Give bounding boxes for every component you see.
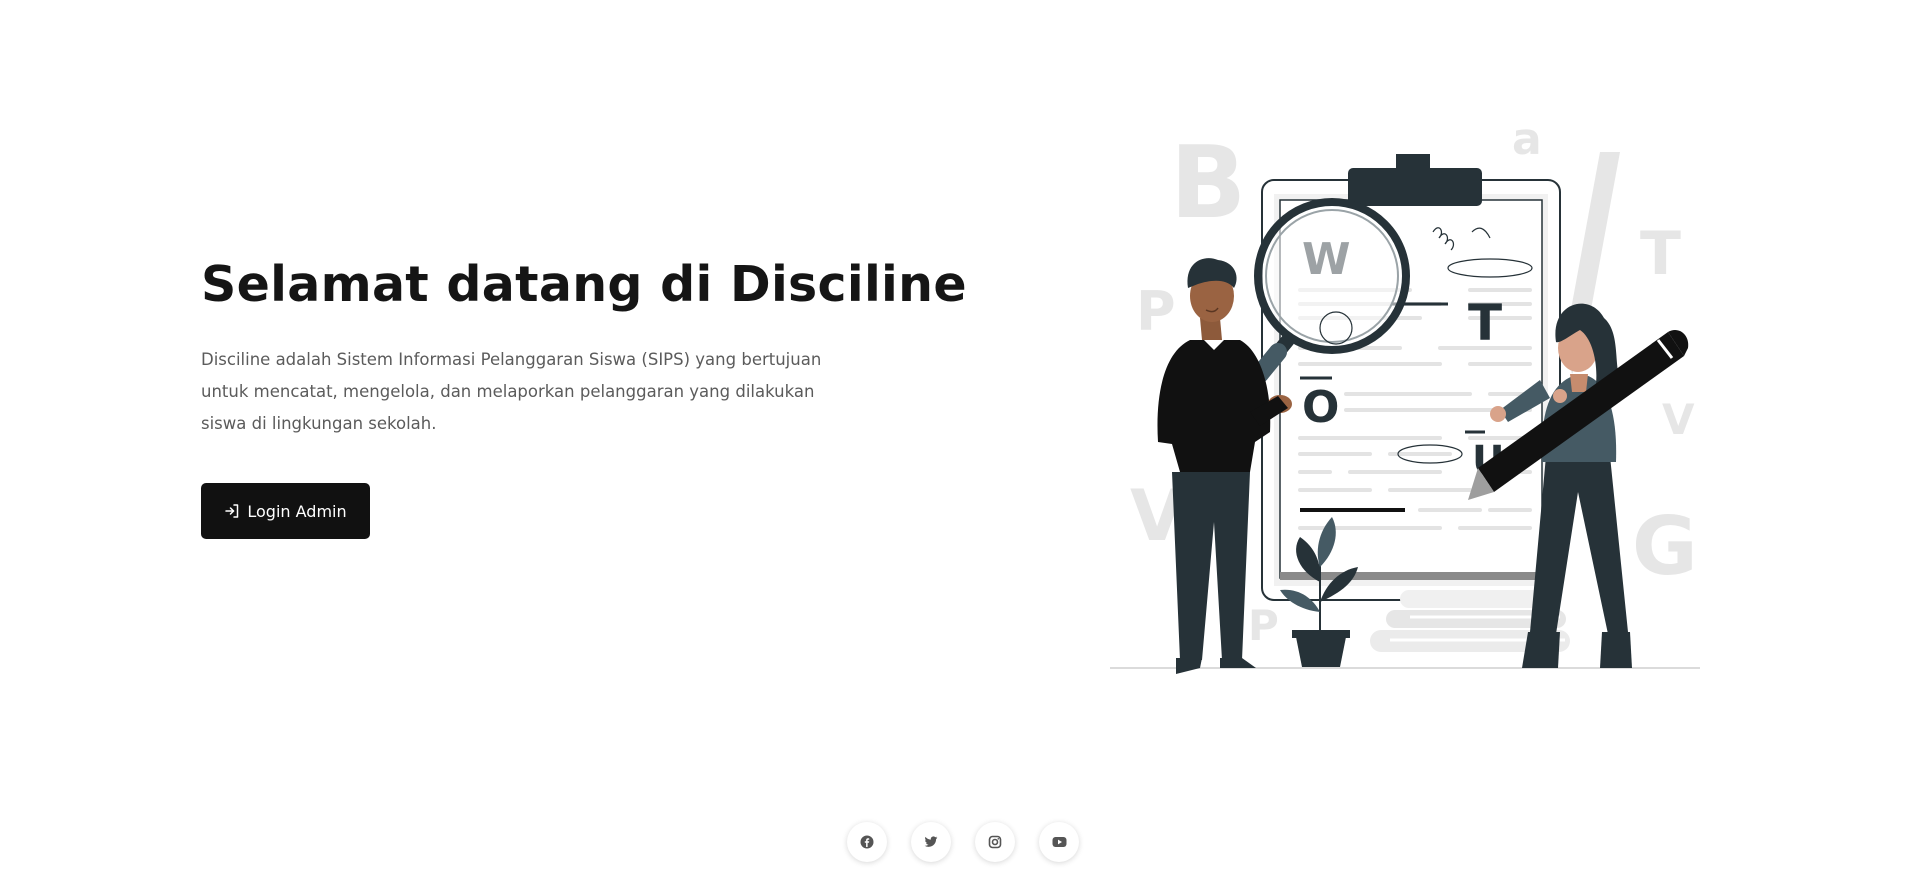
twitter-icon: [924, 836, 938, 847]
bg-letter-a: a: [1512, 114, 1542, 165]
facebook-icon: [860, 835, 874, 849]
bg-letter-g: G: [1632, 500, 1698, 593]
bg-letter-v-small: V: [1662, 395, 1695, 444]
youtube-icon: [1052, 837, 1066, 847]
hero-text: Selamat datang di Disciline Disciline ad…: [201, 250, 967, 440]
board-letter-o: O: [1302, 382, 1339, 433]
login-icon: [224, 503, 240, 519]
board-letter-t: T: [1468, 294, 1502, 352]
bg-letter-b: B: [1170, 124, 1246, 241]
page-title: Selamat datang di Disciline: [201, 256, 967, 313]
bg-letter-p-small: P: [1248, 601, 1279, 650]
twitter-link[interactable]: [911, 822, 951, 862]
youtube-link[interactable]: [1039, 822, 1079, 862]
bg-letter-p: P: [1136, 280, 1176, 343]
login-admin-button[interactable]: Login Admin: [201, 483, 370, 539]
hero-illustration: B a T P V V G P T O: [1110, 114, 1700, 674]
instagram-link[interactable]: [975, 822, 1015, 862]
footer-socials: [847, 822, 1079, 862]
bg-letter-t: T: [1640, 219, 1681, 289]
instagram-icon: [988, 835, 1002, 849]
login-admin-label: Login Admin: [247, 501, 347, 521]
hero-description: Disciline adalah Sistem Informasi Pelang…: [201, 350, 822, 433]
facebook-link[interactable]: [847, 822, 887, 862]
